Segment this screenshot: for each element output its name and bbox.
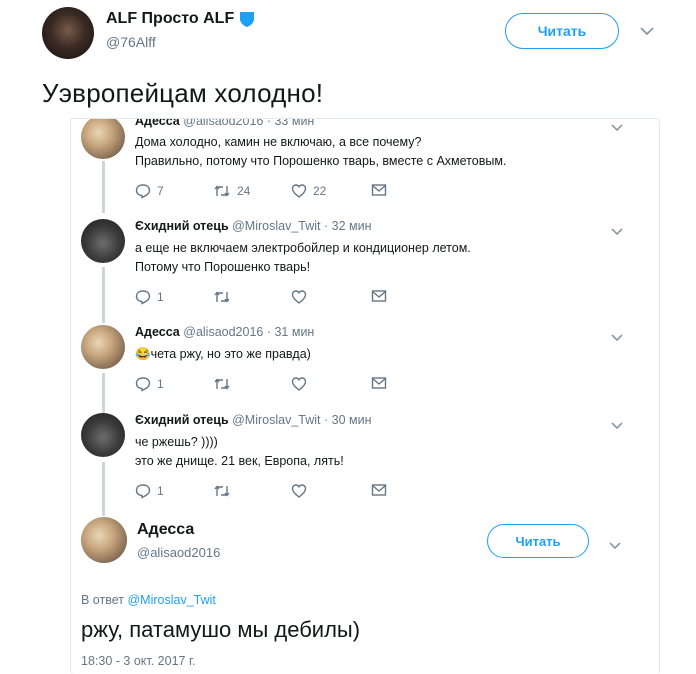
- reply-author-name[interactable]: Єхидний отець: [135, 413, 229, 427]
- reply-icon: [135, 483, 151, 499]
- reply-header: Адесса @alisaod2016 · 31 мин: [135, 325, 314, 339]
- reply-author-name[interactable]: Адесса: [135, 119, 180, 128]
- reply-time[interactable]: · 31 мин: [267, 325, 315, 339]
- chevron-down-icon[interactable]: [611, 223, 623, 241]
- chevron-down-icon[interactable]: [640, 24, 654, 38]
- reply-action[interactable]: 1: [135, 289, 164, 305]
- reply-count: 7: [157, 184, 164, 198]
- heart-icon: [291, 376, 307, 392]
- reply-icon: [135, 289, 151, 305]
- retweet-icon: [213, 289, 231, 305]
- reply-action[interactable]: 7: [135, 183, 164, 199]
- reply-author-handle[interactable]: @alisaod2016: [183, 119, 263, 128]
- reply-text-line: это же днище. 21 век, Европа, лять!: [135, 454, 344, 468]
- retweet-count: 24: [237, 184, 251, 198]
- reply-icon: [135, 183, 151, 199]
- author-handle[interactable]: @76Alff: [106, 34, 156, 50]
- avatar[interactable]: [81, 119, 125, 159]
- reply-tweet[interactable]: Єхидний отець @Miroslav_Twit · 32 мин а …: [71, 219, 659, 325]
- reply-actions: 1: [135, 483, 395, 501]
- reply-text-line: а еще не включаем электробойлер и кондиц…: [135, 241, 471, 255]
- reply-actions: 1: [135, 376, 395, 394]
- chevron-down-icon[interactable]: [611, 119, 623, 137]
- reply-action[interactable]: 1: [135, 483, 164, 499]
- reply-text-line: Потому что Порошенко тварь!: [135, 260, 311, 274]
- chevron-down-icon[interactable]: [609, 537, 621, 555]
- main-tweet-text: ржу, патамушо мы дебилы): [81, 617, 361, 642]
- avatar[interactable]: [81, 219, 125, 263]
- reply-count: 1: [157, 290, 164, 304]
- reply-text-line: Дома холодно, камин не включаю, а все по…: [135, 135, 422, 149]
- dm-action[interactable]: [371, 183, 387, 197]
- like-action[interactable]: [291, 289, 307, 305]
- main-author-handle[interactable]: @alisaod2016: [137, 545, 220, 560]
- reply-context: В ответ @Miroslav_Twit: [81, 593, 216, 607]
- retweet-icon: [213, 483, 231, 499]
- retweet-action[interactable]: [213, 483, 231, 499]
- like-action[interactable]: [291, 483, 307, 499]
- reply-header: Єхидний отець @Miroslav_Twit · 32 мин: [135, 219, 372, 233]
- dm-action[interactable]: [371, 483, 387, 497]
- avatar[interactable]: [42, 7, 94, 59]
- tweet-text: Уэвропейцам холодно!: [42, 78, 324, 108]
- envelope-icon: [371, 376, 387, 390]
- reply-author-handle[interactable]: @Miroslav_Twit: [232, 219, 320, 233]
- avatar[interactable]: [81, 325, 125, 369]
- reply-tweet[interactable]: Адесса @alisaod2016 · 33 мин Дома холодн…: [71, 119, 659, 219]
- reply-to-link[interactable]: @Miroslav_Twit: [127, 593, 215, 607]
- envelope-icon: [371, 183, 387, 197]
- reply-author-name[interactable]: Єхидний отець: [135, 219, 229, 233]
- envelope-icon: [371, 289, 387, 303]
- reply-header: Єхидний отець @Miroslav_Twit · 30 мин: [135, 413, 372, 427]
- verified-icon: [238, 10, 256, 28]
- heart-icon: [291, 483, 307, 499]
- reply-author-handle[interactable]: @Miroslav_Twit: [232, 413, 320, 427]
- reply-time[interactable]: · 30 мин: [324, 413, 372, 427]
- reply-time[interactable]: · 33 мин: [267, 119, 315, 128]
- reply-action[interactable]: 1: [135, 376, 164, 392]
- retweet-icon: [213, 376, 231, 392]
- heart-icon: [291, 289, 307, 305]
- reply-text-line: Правильно, потому что Порошенко тварь, в…: [135, 154, 507, 168]
- reply-prefix: В ответ: [81, 593, 124, 607]
- like-count: 22: [313, 184, 327, 198]
- dm-action[interactable]: [371, 289, 387, 303]
- retweet-icon: [213, 183, 231, 199]
- main-tweet-timestamp[interactable]: 18:30 - 3 окт. 2017 г.: [81, 654, 195, 668]
- reply-actions: 7 24 22: [135, 183, 395, 201]
- reply-author-handle[interactable]: @alisaod2016: [183, 325, 263, 339]
- reply-icon: [135, 376, 151, 392]
- quoted-thread-card: Адесса @alisaod2016 · 33 мин Дома холодн…: [70, 118, 660, 674]
- like-action[interactable]: [291, 376, 307, 392]
- reply-header: Адесса @alisaod2016 · 33 мин: [135, 119, 315, 128]
- reply-time[interactable]: · 32 мин: [324, 219, 372, 233]
- avatar[interactable]: [81, 517, 127, 563]
- reply-count: 1: [157, 377, 164, 391]
- author-name-row: ALF Просто ALF: [106, 10, 256, 28]
- reply-actions: 1: [135, 289, 395, 307]
- chevron-down-icon[interactable]: [611, 329, 623, 347]
- avatar[interactable]: [81, 413, 125, 457]
- like-action[interactable]: 22: [291, 183, 326, 199]
- heart-icon: [291, 183, 307, 199]
- retweet-action[interactable]: [213, 289, 231, 305]
- follow-button[interactable]: Читать: [505, 13, 619, 49]
- retweet-action[interactable]: 24: [213, 183, 250, 199]
- reply-text-line: 😂чета ржу, но это же правда): [135, 347, 311, 361]
- envelope-icon: [371, 483, 387, 497]
- main-author-name[interactable]: Адесса: [137, 521, 194, 539]
- chevron-down-icon[interactable]: [611, 417, 623, 435]
- reply-tweet[interactable]: Адесса @alisaod2016 · 31 мин 😂чета ржу, …: [71, 325, 659, 413]
- follow-button[interactable]: Читать: [487, 524, 589, 558]
- main-tweet: Адесса @alisaod2016 Читать В ответ @Miro…: [71, 511, 659, 674]
- dm-action[interactable]: [371, 376, 387, 390]
- reply-count: 1: [157, 484, 164, 498]
- reply-tweet[interactable]: Єхидний отець @Miroslav_Twit · 30 мин че…: [71, 413, 659, 519]
- retweet-action[interactable]: [213, 376, 231, 392]
- author-name[interactable]: ALF Просто ALF: [106, 10, 234, 28]
- reply-text-line: че ржешь? )))): [135, 435, 218, 449]
- reply-author-name[interactable]: Адесса: [135, 325, 180, 339]
